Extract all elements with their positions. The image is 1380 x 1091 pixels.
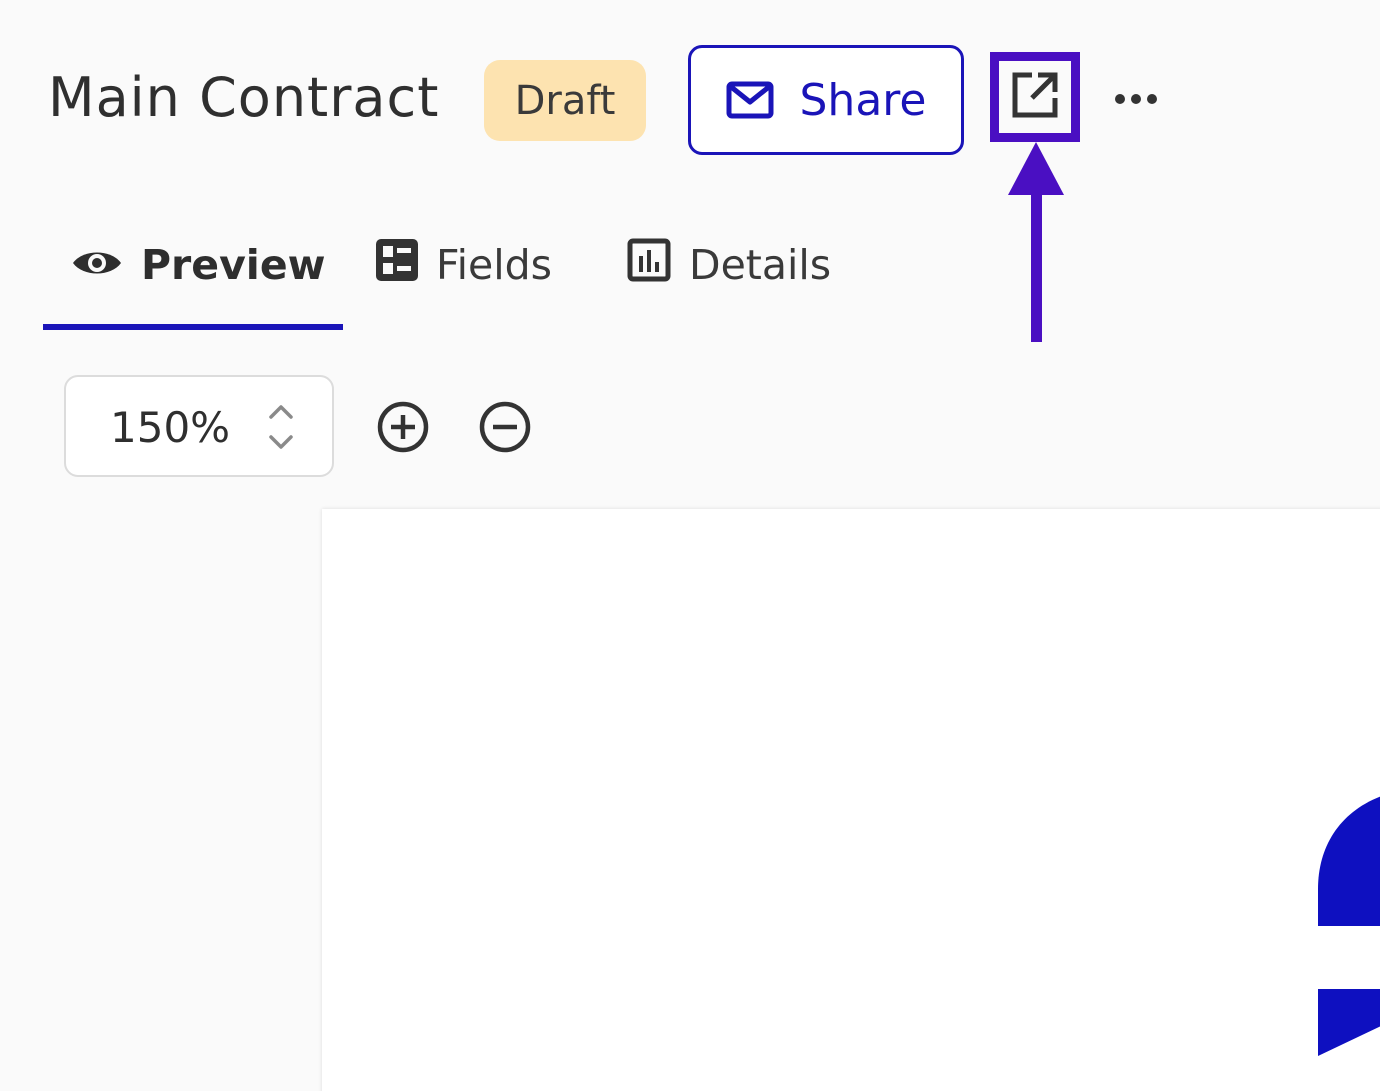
active-tab-indicator: [43, 324, 343, 330]
document-logo: [1318, 789, 1380, 1073]
chevron-updown-icon: [266, 403, 296, 457]
tab-fields[interactable]: Fields: [376, 205, 552, 325]
tab-fields-label: Fields: [436, 241, 552, 289]
share-button-label: Share: [799, 74, 927, 126]
more-horizontal-icon: [1114, 90, 1158, 109]
plus-circle-icon: [376, 401, 430, 458]
more-options-button[interactable]: [1108, 78, 1164, 120]
zoom-out-button[interactable]: [478, 400, 532, 454]
tab-preview-label: Preview: [141, 241, 326, 289]
fields-icon: [376, 239, 418, 291]
page-title: Main Contract: [48, 66, 440, 129]
tab-details-label: Details: [689, 241, 832, 289]
annotation-arrow: [1004, 142, 1068, 346]
share-button[interactable]: Share: [688, 45, 964, 155]
document-preview-page[interactable]: [322, 509, 1380, 1091]
zoom-value: 150%: [110, 403, 231, 452]
tab-details[interactable]: Details: [627, 205, 831, 325]
zoom-in-button[interactable]: [376, 400, 430, 454]
chart-icon: [627, 238, 671, 292]
mail-icon: [726, 81, 774, 119]
open-external-button[interactable]: [990, 52, 1080, 142]
minus-circle-icon: [478, 401, 532, 458]
zoom-select[interactable]: 150%: [64, 375, 334, 477]
tab-preview[interactable]: Preview: [71, 205, 326, 325]
tab-bar: Preview Fields Details: [43, 205, 943, 330]
app-window: Main Contract Draft Share Preview Fields…: [0, 0, 1380, 1091]
status-badge: Draft: [484, 60, 646, 141]
external-link-icon: [1010, 70, 1060, 124]
eye-icon: [71, 241, 123, 289]
